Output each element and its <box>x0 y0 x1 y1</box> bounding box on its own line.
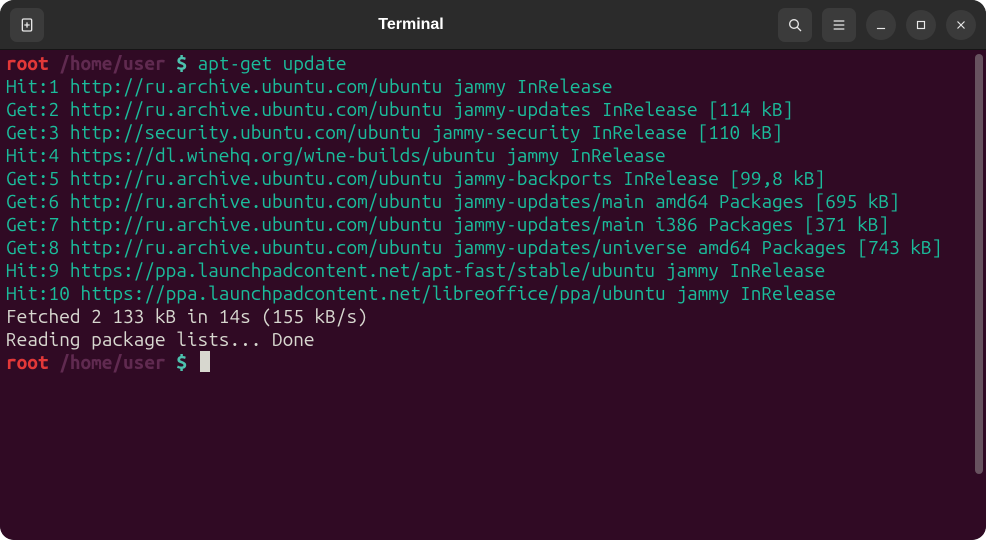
apt-output-line: Get:8 http://ru.archive.ubuntu.com/ubunt… <box>6 236 980 259</box>
close-button[interactable] <box>946 10 976 40</box>
prompt-path: /home/user <box>59 351 165 373</box>
apt-output-line: Hit:10 https://ppa.launchpadcontent.net/… <box>6 282 980 305</box>
apt-output-line: Get:3 http://security.ubuntu.com/ubuntu … <box>6 121 980 144</box>
apt-output-line: Get:7 http://ru.archive.ubuntu.com/ubunt… <box>6 213 980 236</box>
prompt-line: root /home/user $ <box>6 351 980 374</box>
prompt-symbol: $ <box>176 52 187 74</box>
apt-summary-line: Fetched 2 133 kB in 14s (155 kB/s) <box>6 305 980 328</box>
apt-output-line: Get:6 http://ru.archive.ubuntu.com/ubunt… <box>6 190 980 213</box>
menu-button[interactable] <box>822 8 856 42</box>
search-icon <box>787 17 803 33</box>
terminal-output[interactable]: root /home/user $ apt-get updateHit:1 ht… <box>0 50 986 540</box>
prompt-path: /home/user <box>59 52 165 74</box>
titlebar: Terminal <box>0 0 986 50</box>
maximize-button[interactable] <box>906 10 936 40</box>
apt-output-line: Get:5 http://ru.archive.ubuntu.com/ubunt… <box>6 167 980 190</box>
window-title: Terminal <box>44 16 778 34</box>
apt-output-line: Hit:9 https://ppa.launchpadcontent.net/a… <box>6 259 980 282</box>
command-text: apt-get update <box>198 52 347 74</box>
prompt-user: root <box>6 351 49 373</box>
new-tab-icon <box>19 17 35 33</box>
apt-output-line: Get:2 http://ru.archive.ubuntu.com/ubunt… <box>6 98 980 121</box>
apt-output-line: Hit:1 http://ru.archive.ubuntu.com/ubunt… <box>6 75 980 98</box>
hamburger-icon <box>831 17 847 33</box>
prompt-line: root /home/user $ apt-get update <box>6 52 980 75</box>
apt-output-line: Hit:4 https://dl.winehq.org/wine-builds/… <box>6 144 980 167</box>
prompt-user: root <box>6 52 49 74</box>
minimize-button[interactable] <box>866 10 896 40</box>
close-icon <box>954 18 968 32</box>
prompt-symbol: $ <box>176 351 187 373</box>
new-tab-button[interactable] <box>10 8 44 42</box>
terminal-viewport: root /home/user $ apt-get updateHit:1 ht… <box>0 50 986 540</box>
cursor <box>200 351 210 372</box>
scrollbar-thumb[interactable] <box>975 54 983 474</box>
apt-summary-line: Reading package lists... Done <box>6 328 980 351</box>
search-button[interactable] <box>778 8 812 42</box>
minimize-icon <box>874 18 888 32</box>
maximize-icon <box>914 18 928 32</box>
terminal-window: Terminal <box>0 0 986 540</box>
